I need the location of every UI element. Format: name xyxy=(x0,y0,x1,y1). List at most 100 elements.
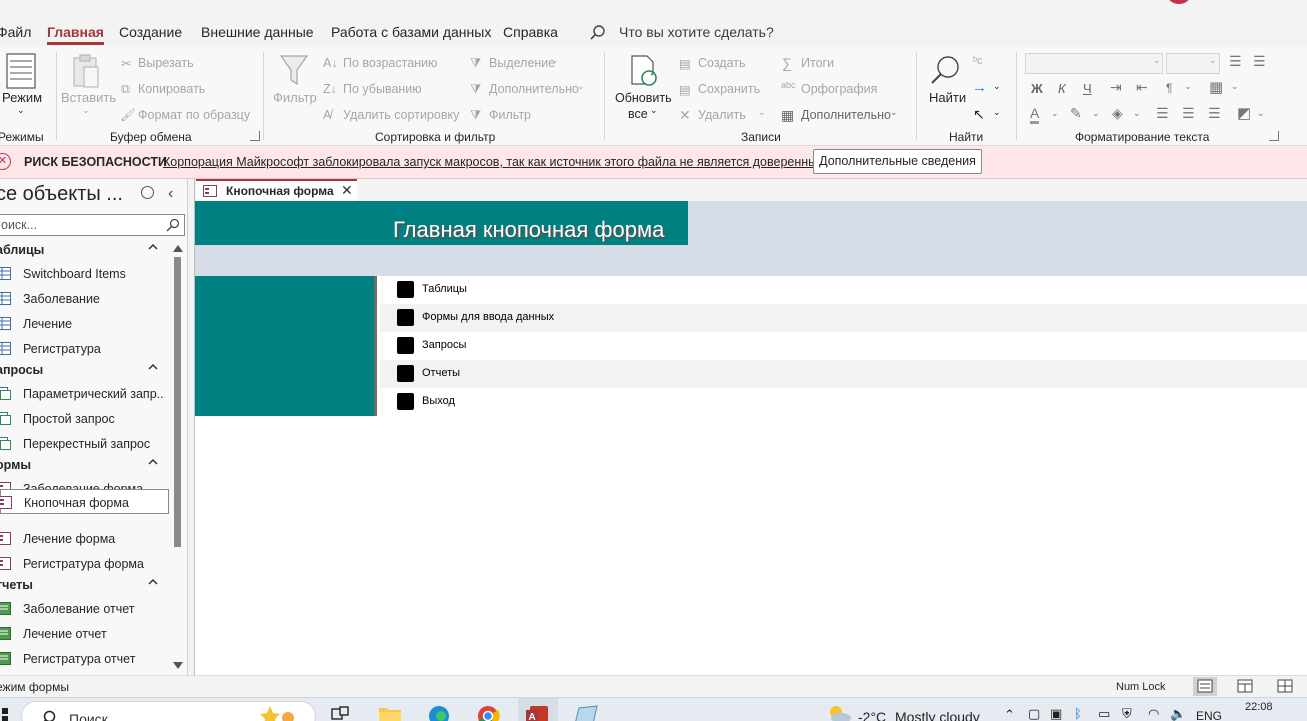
switchboard-button-queries[interactable] xyxy=(397,337,414,354)
font-name-select[interactable] xyxy=(1025,53,1163,74)
scroll-down-icon[interactable] xyxy=(173,662,183,669)
bold-button[interactable]: Ж xyxy=(1031,81,1043,96)
nav-item-report[interactable]: Заболевание отчет xyxy=(0,596,169,621)
save-record-button[interactable]: Сохранить xyxy=(698,82,760,96)
bluetooth-icon[interactable]: ᛒ xyxy=(1074,706,1082,721)
security-shield-icon[interactable]: ⛨ xyxy=(1122,706,1132,721)
nav-group-forms[interactable]: ормы xyxy=(0,454,170,476)
nav-item-form[interactable]: Лечение форма xyxy=(0,526,169,551)
scroll-up-icon[interactable] xyxy=(173,245,183,252)
cut-button[interactable]: Вырезать xyxy=(138,56,194,70)
nav-item-query[interactable]: Параметрический запр... xyxy=(0,381,169,406)
paragraph-direction-icon[interactable]: ¶ xyxy=(1166,81,1172,95)
more-info-button[interactable]: Дополнительные сведения xyxy=(813,149,982,174)
notepad-app-icon[interactable] xyxy=(573,704,599,721)
nav-group-reports[interactable]: тчеты xyxy=(0,574,170,596)
paste-icon[interactable] xyxy=(72,53,100,89)
format-painter-button[interactable]: Формат по образцу xyxy=(138,108,250,122)
view-mode-button[interactable]: Режим xyxy=(2,90,42,105)
decrease-indent-icon[interactable]: ⇤ xyxy=(1136,79,1148,96)
dialog-launcher-icon[interactable] xyxy=(1269,131,1279,141)
refresh-all-button-line2[interactable]: все xyxy=(628,107,648,121)
switchboard-button-forms[interactable] xyxy=(397,309,414,326)
chrome-browser-icon[interactable] xyxy=(476,704,500,721)
nav-item-query[interactable]: Перекрестный запрос xyxy=(0,431,169,456)
switchboard-button-reports[interactable] xyxy=(397,365,414,382)
select-pointer-icon[interactable]: ↖ xyxy=(973,106,985,123)
remove-sort-button[interactable]: Удалить сортировку xyxy=(343,108,459,122)
font-color-button[interactable]: A xyxy=(1030,105,1040,124)
security-message-link[interactable]: Корпорация Майкрософт заблокировала запу… xyxy=(163,155,829,169)
document-tab-switchboard[interactable]: Кнопочная форма ✕ xyxy=(196,179,357,201)
find-icon[interactable] xyxy=(930,54,962,86)
align-center-icon[interactable]: ☰ xyxy=(1182,105,1195,122)
tab-file[interactable]: Файл xyxy=(0,24,31,40)
tell-me-input[interactable]: Что вы хотите сделать? xyxy=(619,24,774,40)
tab-help[interactable]: Справка xyxy=(503,24,558,40)
weather-cloudy-icon[interactable] xyxy=(824,703,854,721)
chevron-up-icon[interactable] xyxy=(148,457,158,467)
sort-descending-button[interactable]: По убыванию xyxy=(343,82,422,96)
toggle-filter-button[interactable]: Фильтр xyxy=(489,108,531,122)
filter-icon[interactable] xyxy=(279,54,309,86)
chevron-down-icon[interactable]: ⌄ xyxy=(17,105,25,116)
nav-item-report[interactable]: Лечение отчет xyxy=(0,621,169,646)
tab-create[interactable]: Создание xyxy=(119,24,182,40)
align-left-icon[interactable]: ☰ xyxy=(1156,105,1169,122)
nav-scrollbar[interactable] xyxy=(172,239,184,675)
search-icon[interactable] xyxy=(166,218,180,232)
nav-item-form[interactable]: Регистратура форма xyxy=(0,551,169,576)
layout-view-button[interactable] xyxy=(1233,677,1257,696)
weather-temperature[interactable]: -2°C xyxy=(858,709,886,721)
windows-start-icon[interactable] xyxy=(0,708,8,721)
nav-group-tables[interactable]: аблицы xyxy=(0,239,170,261)
italic-button[interactable]: К xyxy=(1058,81,1066,96)
wifi-icon[interactable]: ◠ xyxy=(1148,706,1159,721)
nav-item-table[interactable]: Лечение xyxy=(0,311,169,336)
advanced-filter-button[interactable]: Дополнительно xyxy=(489,82,579,96)
chevron-down-icon[interactable]: ⌄ xyxy=(82,105,90,116)
account-avatar[interactable] xyxy=(1168,0,1190,4)
nav-item-report[interactable]: Регистратура отчет xyxy=(0,646,169,671)
selection-button[interactable]: Выделение xyxy=(489,56,555,70)
totals-button[interactable]: Итоги xyxy=(801,56,834,70)
scroll-thumb[interactable] xyxy=(174,257,181,547)
design-view-button[interactable] xyxy=(1273,677,1297,696)
nav-group-queries[interactable]: апросы xyxy=(0,359,170,381)
weather-description[interactable]: Mostly cloudy xyxy=(895,709,980,721)
task-view-icon[interactable] xyxy=(331,706,349,721)
language-indicator[interactable]: ENG xyxy=(1196,709,1222,721)
align-right-icon[interactable]: ☰ xyxy=(1208,105,1221,122)
copy-button[interactable]: Копировать xyxy=(138,82,205,96)
chevron-up-icon[interactable] xyxy=(148,242,158,252)
replace-icon[interactable]: ᵇc xyxy=(973,55,983,67)
sort-ascending-button[interactable]: По возрастанию xyxy=(343,56,437,70)
tab-home[interactable]: Главная xyxy=(47,24,104,45)
dialog-launcher-icon[interactable] xyxy=(250,131,260,141)
nav-item-table[interactable]: Регистратура xyxy=(0,336,169,361)
close-icon[interactable]: ✕ xyxy=(341,182,353,199)
chevron-up-icon[interactable]: ⌃ xyxy=(1004,707,1015,721)
nav-item-table[interactable]: Заболевание xyxy=(0,286,169,311)
edge-browser-icon[interactable] xyxy=(427,704,451,721)
gridlines-icon[interactable]: ▦ xyxy=(1209,78,1223,96)
volume-icon[interactable]: 🔈 xyxy=(1170,706,1186,721)
refresh-all-icon[interactable] xyxy=(629,54,659,88)
alternate-row-color-icon[interactable]: ◩ xyxy=(1237,104,1251,122)
clock-time[interactable]: 22:08 xyxy=(1245,701,1273,713)
new-record-button[interactable]: Создать xyxy=(698,56,746,70)
nav-item-table[interactable]: Switchboard Items xyxy=(0,261,169,286)
more-records-button[interactable]: Дополнительно xyxy=(801,108,891,122)
chevron-up-icon[interactable] xyxy=(148,577,158,587)
increase-indent-icon[interactable]: ⇥ xyxy=(1110,79,1122,96)
nav-search-input[interactable]: оиск... xyxy=(0,214,185,236)
nav-item-form-selected[interactable]: Кнопочная форма xyxy=(0,489,169,514)
taskbar-search-box[interactable]: Поиск xyxy=(21,701,316,721)
access-app-taskbar-button[interactable]: A xyxy=(518,698,558,721)
search-icon[interactable] xyxy=(589,24,607,42)
switchboard-button-tables[interactable] xyxy=(397,281,414,298)
numbering-icon[interactable]: ☰ xyxy=(1253,53,1266,70)
nav-menu-icon[interactable] xyxy=(141,186,154,199)
nav-pane-title[interactable]: се объекты ... xyxy=(0,183,123,206)
file-explorer-icon[interactable] xyxy=(378,705,402,721)
